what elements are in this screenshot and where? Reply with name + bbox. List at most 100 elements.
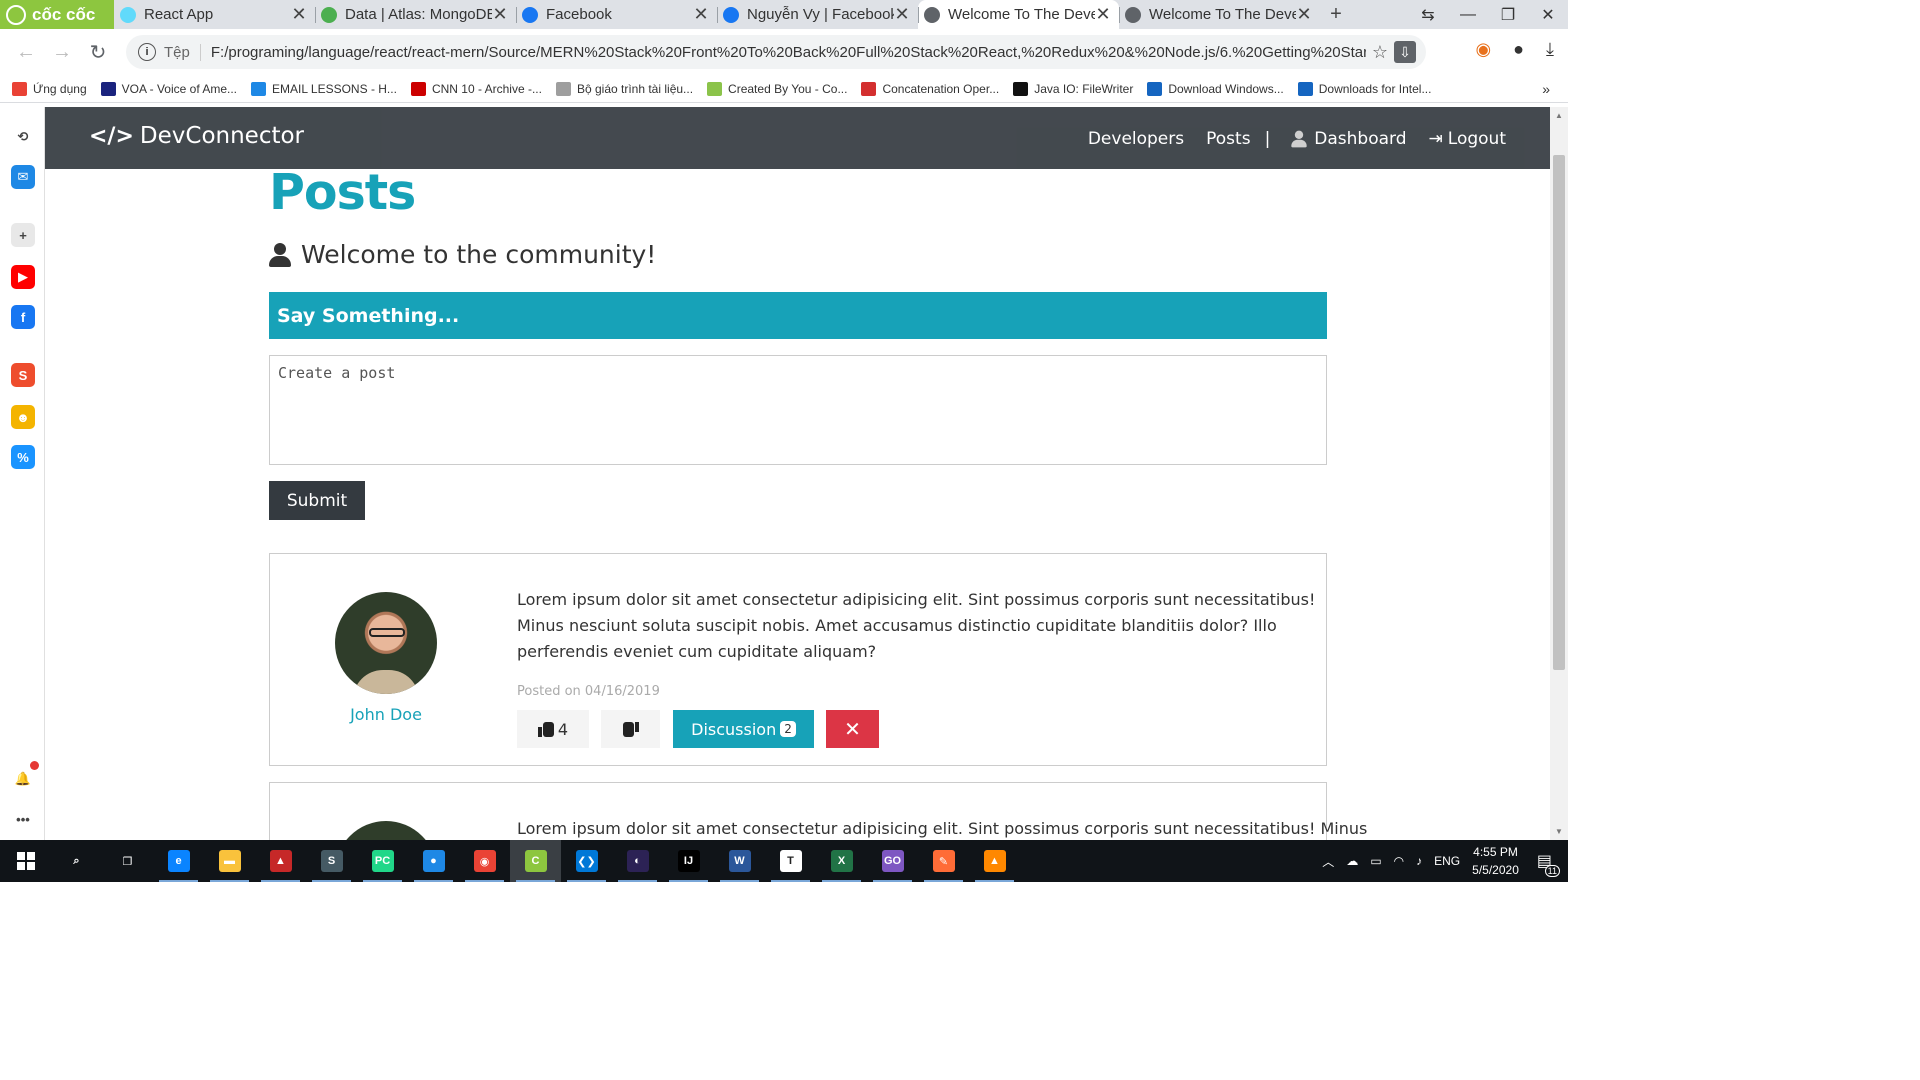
post-author-link[interactable]: John Doe [310,705,462,724]
forward-button[interactable]: → [44,35,80,71]
nav-logout-link[interactable]: ⇥ Logout [1429,129,1506,149]
submit-button[interactable]: Submit [269,481,365,520]
taskbar-app[interactable]: ▬ [204,840,255,882]
browser-tab[interactable]: Facebook ✕ [516,0,717,29]
close-tab-icon[interactable]: ✕ [1095,4,1111,25]
taskbar-app[interactable]: IJ [663,840,714,882]
shopee-icon[interactable]: S [11,363,35,387]
show-hidden-icons-icon[interactable]: ︿ [1322,853,1334,870]
taskbar-app[interactable]: PC [357,840,408,882]
scroll-down-icon[interactable]: ▼ [1555,827,1563,836]
close-tab-icon[interactable]: ✕ [693,4,709,25]
taskbar-app[interactable]: W [714,840,765,882]
volume-icon[interactable]: ♪ [1416,854,1422,868]
taskbar-app[interactable]: ✎ [918,840,969,882]
back-button[interactable]: ← [8,35,44,71]
code-icon: </> [89,123,134,149]
new-tab-button[interactable]: + [1320,0,1352,29]
restore-button[interactable]: ❐ [1488,0,1528,29]
pycharm-icon: PC [371,850,394,872]
messenger-icon[interactable]: ✉ [11,165,35,189]
bookmark-item[interactable]: Created By You - Co... [707,82,847,96]
bookmark-item[interactable]: Download Windows... [1147,82,1284,96]
browser-menu-logo[interactable]: cốc cốc [0,0,114,29]
unlike-button[interactable] [601,710,660,748]
taskbar-app[interactable]: ❮❯ [561,840,612,882]
downloads-icon[interactable]: ⤓ [1546,39,1554,60]
omnibox[interactable]: i Tệp F:/programing/language/react/react… [126,35,1426,69]
close-tab-icon[interactable]: ✕ [291,4,307,25]
avatar[interactable] [335,821,437,840]
site-info-icon[interactable]: i [138,43,156,61]
nav-dashboard-link[interactable]: Dashboard [1288,127,1407,151]
battery-icon[interactable]: ▭ [1370,854,1381,868]
nav-developers-link[interactable]: Developers [1088,129,1184,149]
url-text[interactable]: F:/programing/language/react/react-mern/… [211,44,1366,61]
bookmark-item[interactable]: Ứng dụng [12,82,87,96]
more-icon[interactable]: ••• [11,807,35,831]
bookmark-item[interactable]: Downloads for Intel... [1297,82,1431,96]
browser-tab[interactable]: Welcome To The Developer✕ [1119,0,1320,29]
tiki-icon[interactable]: % [11,445,35,469]
browser-tab[interactable]: Welcome To The Developer✕ [918,0,1119,29]
bookmark-star-icon[interactable]: ☆ [1366,42,1394,63]
taskbar-app[interactable]: C [510,840,561,882]
avatar[interactable] [335,592,437,694]
delete-post-button[interactable]: ✕ [826,710,879,748]
game-icon[interactable]: ☻ [11,405,35,429]
bookmark-item[interactable]: Bộ giáo trình tài liệu... [555,82,693,96]
start-button[interactable] [0,840,51,882]
bookmark-item[interactable]: VOA - Voice of Ame... [100,82,237,96]
taskbar-app[interactable]: X [816,840,867,882]
minimize-button[interactable]: — [1448,0,1488,29]
browser-tab[interactable]: React App ✕ [114,0,315,29]
taskbar-app[interactable]: ▲ [969,840,1020,882]
browser-tab[interactable]: Nguyễn Vy | Facebook ✕ [717,0,918,29]
page-scrollbar[interactable]: ▲ ▼ [1550,107,1568,840]
bookmark-item[interactable]: Java IO: FileWriter [1013,82,1133,96]
facebook-icon[interactable]: f [11,305,35,329]
bookmark-item[interactable]: EMAIL LESSONS - H... [251,82,397,96]
taskbar-app[interactable]: ▲ [255,840,306,882]
scroll-up-icon[interactable]: ▲ [1555,111,1563,120]
clock[interactable]: 4:55 PM 5/5/2020 [1472,843,1519,879]
taskbar-app[interactable]: ⌕ [51,840,102,882]
brand-link[interactable]: </> DevConnector [89,123,304,149]
add-icon[interactable]: + [11,223,35,247]
bookmark-item[interactable]: Concatenation Oper... [861,82,999,96]
bookmark-item[interactable]: CNN 10 - Archive -... [410,82,542,96]
save-page-icon[interactable]: ⇩ [1394,41,1416,63]
extension-icon[interactable]: ◉ [1475,39,1491,60]
tab-search-icon[interactable]: ⇆ [1408,0,1448,29]
close-tab-icon[interactable]: ✕ [894,4,910,25]
discussion-button[interactable]: Discussion 2 [673,710,814,748]
create-post-textarea[interactable] [269,355,1327,465]
wifi-icon[interactable]: ◠ [1394,854,1404,868]
onedrive-icon[interactable]: ☁ [1346,854,1358,868]
history-icon[interactable]: ⟲ [11,125,35,149]
language-indicator[interactable]: ENG [1434,854,1460,868]
close-tab-icon[interactable]: ✕ [492,4,508,25]
like-button[interactable]: 4 [517,710,589,748]
close-tab-icon[interactable]: ✕ [1296,4,1312,25]
nav-posts-link[interactable]: Posts [1206,129,1250,149]
taskbar-app[interactable]: ◐ [612,840,663,882]
close-window-button[interactable]: ✕ [1528,0,1568,29]
taskbar-app[interactable]: ● [408,840,459,882]
browser-tab[interactable]: Data | Atlas: MongoDB ✕ [315,0,516,29]
youtube-icon[interactable]: ▶ [11,265,35,289]
taskbar-app[interactable]: T [765,840,816,882]
taskbar-app[interactable]: ◉ [459,840,510,882]
reload-button[interactable]: ↻ [80,35,116,71]
profile-icon[interactable]: ● [1513,39,1524,60]
taskbar-app[interactable]: ❐ [102,840,153,882]
taskbar-app[interactable]: e [153,840,204,882]
bookmark-label: Download Windows... [1168,82,1284,96]
bookmark-label: Java IO: FileWriter [1034,82,1134,96]
bookmarks-overflow-icon[interactable]: » [1542,81,1550,97]
taskbar-app[interactable]: S [306,840,357,882]
scrollbar-thumb[interactable] [1553,155,1565,670]
notification-bell-icon[interactable]: 🔔 [11,767,35,791]
taskbar-app[interactable]: GO [867,840,918,882]
action-center-button[interactable]: ▤ 11 [1531,851,1560,877]
